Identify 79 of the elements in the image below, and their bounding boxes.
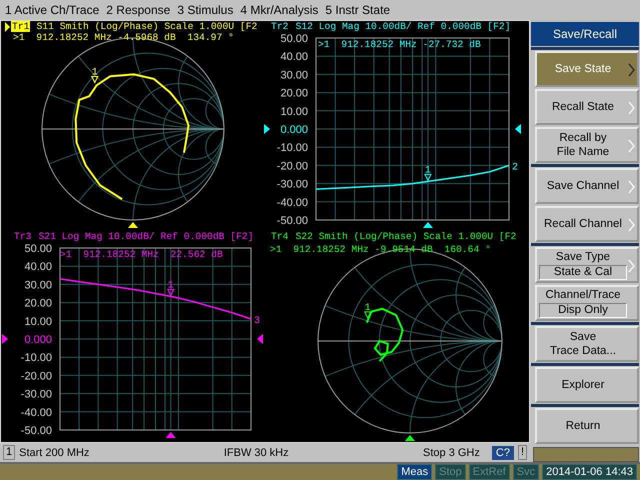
trace-label[interactable]: Tr2 bbox=[270, 21, 290, 32]
reference-marker-icon bbox=[515, 124, 521, 134]
reference-marker-icon bbox=[264, 124, 270, 134]
marker-icon bbox=[90, 76, 99, 84]
status-indicator: Meas bbox=[397, 464, 432, 480]
softkey-value-field: State & Cal bbox=[539, 264, 627, 280]
trace-end-label: 2 bbox=[512, 162, 518, 174]
trace-end-label: 3 bbox=[254, 316, 260, 327]
alert-indicator: ! bbox=[518, 445, 527, 460]
marker-readout: >1 912.18252 MHz 22.562 dB bbox=[60, 249, 223, 261]
menu-item[interactable]: 2 Response bbox=[103, 3, 174, 17]
axis-tick-label: -20.00 bbox=[276, 160, 308, 172]
axis-tick-label: 30.00 bbox=[24, 279, 52, 292]
stop-frequency: Stop 3 GHz bbox=[423, 446, 480, 458]
date-time: 2014-01-06 14:43 bbox=[542, 464, 637, 480]
menu-item[interactable]: 5 Instr State bbox=[322, 3, 394, 17]
axis-tick-label: 50.00 bbox=[24, 243, 52, 255]
trace-label[interactable]: Tr4 bbox=[270, 231, 290, 242]
softkey-value-field: Disp Only bbox=[539, 302, 627, 318]
trace-label[interactable]: Tr1 bbox=[11, 21, 30, 32]
axis-tick-label: -40.00 bbox=[276, 196, 308, 209]
stimulus-marker-icon bbox=[166, 432, 176, 438]
trace-title: S21 Log Mag 10.00dB/ Ref 0.000dB [F2] bbox=[38, 231, 254, 242]
softkey-button[interactable]: Recall by File Name bbox=[535, 126, 639, 163]
menu-title: Save/Recall bbox=[531, 22, 639, 46]
marker-label: 1 bbox=[92, 68, 98, 78]
axis-tick-label: -30.00 bbox=[20, 388, 52, 401]
marker-icon bbox=[166, 288, 175, 297]
marker-icon bbox=[364, 311, 372, 320]
marker-readout: >1 912.18252 MHz -27.732 dB bbox=[318, 39, 481, 51]
axis-tick-label: -50.00 bbox=[20, 425, 52, 437]
trace-title: S22 Smith (Log/Phase) Scale 1.000U [F2 bbox=[295, 231, 516, 242]
menu-item[interactable]: 1 Active Ch/Trace bbox=[2, 3, 104, 17]
axis-tick-label: -40.00 bbox=[20, 406, 52, 419]
axis-tick-label: 40.00 bbox=[280, 51, 308, 64]
axis-tick-label: 10.00 bbox=[280, 106, 308, 118]
axis-tick-label: -10.00 bbox=[20, 352, 52, 364]
channel-number: 1 bbox=[3, 445, 16, 460]
start-frequency: Start 200 MHz bbox=[19, 446, 90, 458]
axis-tick-label: -30.00 bbox=[276, 178, 308, 191]
status-indicator: Svc bbox=[512, 464, 540, 480]
trace-title: S11 Smith (Log/Phase) Scale 1.000U [F2 bbox=[36, 21, 258, 32]
reference-marker-icon bbox=[257, 334, 263, 344]
marker-label: 1 bbox=[364, 302, 371, 314]
marker-label: 1 bbox=[168, 280, 174, 292]
axis-tick-label: 0.000 bbox=[280, 124, 308, 136]
axis-tick-label: -10.00 bbox=[276, 142, 308, 154]
axis-tick-label: 50.00 bbox=[280, 33, 308, 45]
axis-tick-label: 30.00 bbox=[280, 69, 308, 82]
menu-item[interactable]: 4 Mkr/Analysis bbox=[237, 3, 322, 17]
reference-marker-icon bbox=[2, 334, 8, 344]
status-indicator: Stop bbox=[435, 464, 466, 480]
axis-tick-label: 0.000 bbox=[24, 334, 52, 346]
axis-tick-label: 10.00 bbox=[24, 316, 52, 328]
axis-tick-label: -20.00 bbox=[20, 370, 52, 382]
marker-icon bbox=[424, 174, 432, 182]
softkey-button[interactable]: Return bbox=[535, 408, 639, 444]
softkey-button[interactable]: Save State bbox=[535, 50, 639, 87]
softkey-button[interactable]: Explorer bbox=[535, 366, 639, 403]
marker-label: 1 bbox=[424, 165, 431, 176]
softkey-button[interactable]: Recall Channel bbox=[535, 206, 639, 242]
stimulus-marker-icon bbox=[128, 222, 138, 228]
stimulus-marker-icon bbox=[405, 435, 415, 441]
axis-tick-label: 20.00 bbox=[280, 88, 308, 100]
softkey-button[interactable]: Save Type State & Cal bbox=[535, 246, 639, 283]
axis-tick-label: -50.00 bbox=[276, 215, 308, 227]
axis-tick-label: 40.00 bbox=[24, 261, 52, 274]
softkey-button[interactable]: Save Trace Data... bbox=[535, 326, 639, 362]
softkey-button[interactable]: Channel/Trace Disp Only bbox=[535, 284, 639, 321]
softkey-button[interactable]: Recall State bbox=[535, 88, 639, 125]
trace-title: S12 Log Mag 10.00dB/ Ref 0.000dB [F2] bbox=[295, 21, 511, 32]
softkey-button[interactable]: Save Channel bbox=[535, 168, 639, 204]
menu-item[interactable]: 3 Stimulus bbox=[174, 3, 238, 17]
calibration-status: C? bbox=[492, 446, 514, 460]
if-bandwidth: IFBW 30 kHz bbox=[224, 446, 289, 458]
trace-label[interactable]: Tr3 bbox=[13, 231, 32, 242]
axis-tick-label: 20.00 bbox=[24, 298, 52, 310]
status-indicator: ExtRef bbox=[468, 464, 510, 480]
stimulus-marker-icon bbox=[422, 222, 433, 228]
